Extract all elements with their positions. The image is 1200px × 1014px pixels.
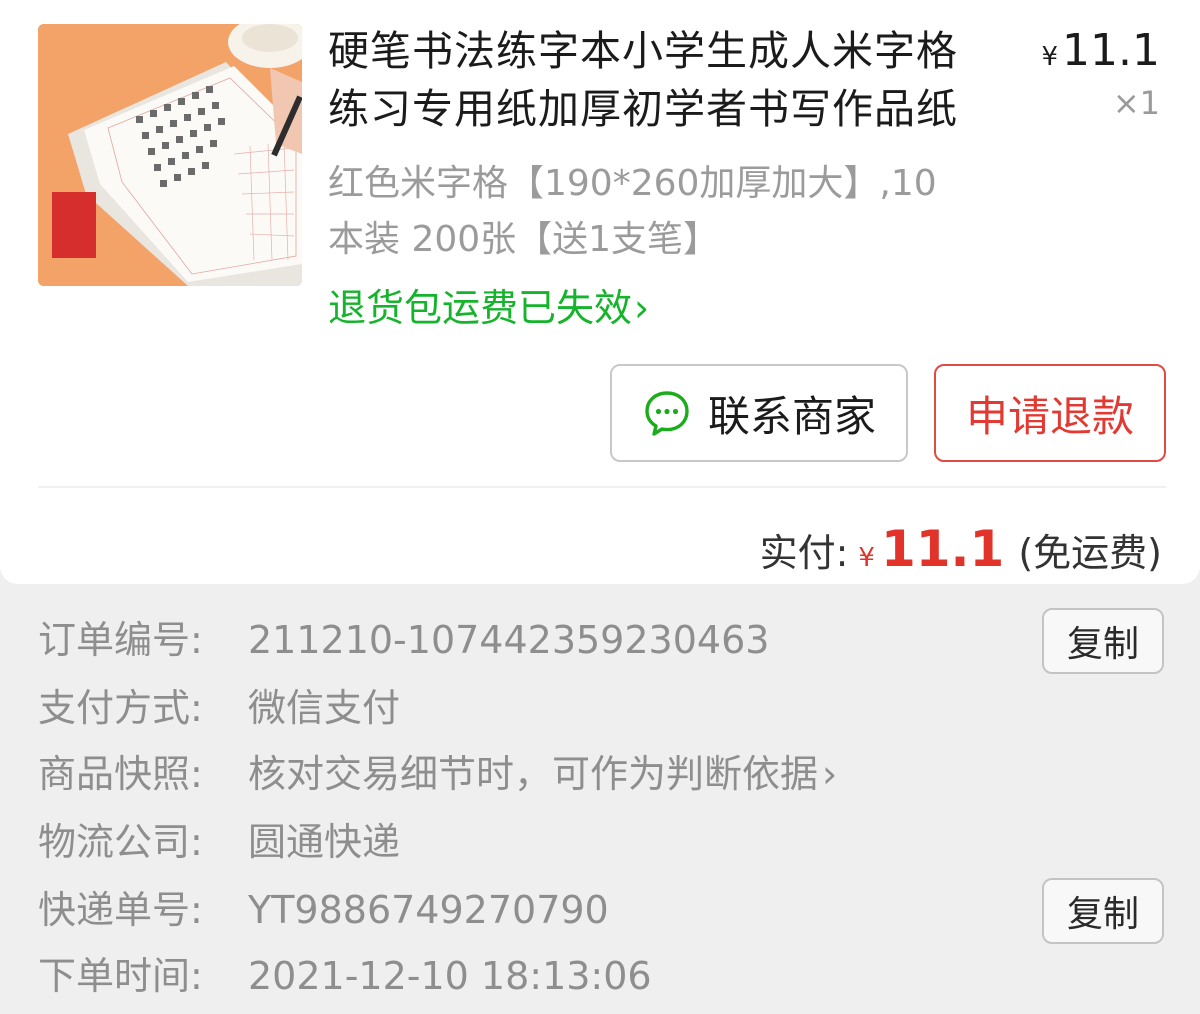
- product-title[interactable]: 硬笔书法练字本小学生成人米字格 练习专用纸加厚初学者书写作品纸: [328, 22, 1018, 138]
- product-snapshot-label: 商品快照:: [38, 752, 203, 796]
- amount-paid: 实付: ¥11.1 (免运费): [760, 514, 1162, 593]
- tracking-number-value: YT9886749270790: [248, 888, 609, 932]
- request-refund-label: 申请退款: [965, 391, 1134, 441]
- carrier-label: 物流公司:: [38, 820, 203, 864]
- amount-paid-value: 11.1: [880, 520, 1005, 578]
- contact-merchant-button[interactable]: 联系商家: [610, 364, 908, 462]
- product-spec-line1: 红色米字格【190*260加厚加大】,10: [328, 163, 937, 204]
- product-thumbnail[interactable]: [38, 24, 302, 286]
- carrier-row: 物流公司: 圆通快递: [38, 812, 1166, 872]
- product-spec: 红色米字格【190*260加厚加大】,10 本装 200张【送1支笔】: [328, 156, 1028, 268]
- order-number-row: 订单编号: 211210-107442359230463: [38, 610, 1166, 670]
- payment-method-value: 微信支付: [248, 686, 401, 730]
- return-shipping-link[interactable]: 退货包运费已失效›: [328, 280, 649, 336]
- copy-tracking-number-button[interactable]: 复制: [1042, 878, 1164, 944]
- product-thumbnail-image: [38, 24, 302, 286]
- order-time-row: 下单时间: 2021-12-10 18:13:06: [38, 946, 1166, 1006]
- payment-method-row: 支付方式: 微信支付: [38, 678, 1166, 738]
- request-refund-button[interactable]: 申请退款: [934, 364, 1166, 462]
- tracking-number-label: 快递单号:: [38, 888, 203, 932]
- price-value: 11.1: [1062, 25, 1160, 76]
- product-title-line1: 硬笔书法练字本小学生成人米字格: [328, 27, 958, 75]
- chevron-right-icon: ›: [634, 286, 650, 330]
- product-spec-line2: 本装 200张【送1支笔】: [328, 219, 720, 260]
- price-currency: ¥: [1041, 42, 1059, 72]
- divider: [38, 486, 1166, 488]
- amount-paid-currency: ¥: [858, 543, 875, 573]
- amount-paid-label: 实付:: [759, 531, 849, 575]
- contact-merchant-label: 联系商家: [707, 391, 876, 441]
- product-quantity: ×1: [1112, 84, 1160, 122]
- return-shipping-text: 退货包运费已失效: [328, 286, 633, 330]
- shipping-note: (免运费): [1018, 531, 1162, 575]
- product-title-line2: 练习专用纸加厚初学者书写作品纸: [328, 85, 958, 133]
- order-product-card: 硬笔书法练字本小学生成人米字格 练习专用纸加厚初学者书写作品纸 ¥11.1 ×1…: [0, 0, 1200, 584]
- order-number-label: 订单编号:: [38, 618, 203, 662]
- product-snapshot-value: 核对交易细节时，可作为判断依据: [248, 752, 819, 796]
- product-snapshot-row[interactable]: 商品快照: 核对交易细节时，可作为判断依据 ›: [38, 744, 1166, 804]
- carrier-value: 圆通快递: [248, 820, 401, 864]
- payment-method-label: 支付方式:: [38, 686, 203, 730]
- chat-bubble-icon: [645, 391, 689, 436]
- product-price: ¥11.1: [1041, 22, 1160, 86]
- tracking-number-row: 快递单号: YT9886749270790: [38, 880, 1166, 940]
- copy-order-number-button[interactable]: 复制: [1042, 608, 1164, 674]
- order-time-value: 2021-12-10 18:13:06: [248, 954, 652, 998]
- chevron-right-icon: ›: [822, 752, 838, 796]
- order-time-label: 下单时间:: [38, 954, 203, 998]
- order-number-value: 211210-107442359230463: [248, 618, 770, 662]
